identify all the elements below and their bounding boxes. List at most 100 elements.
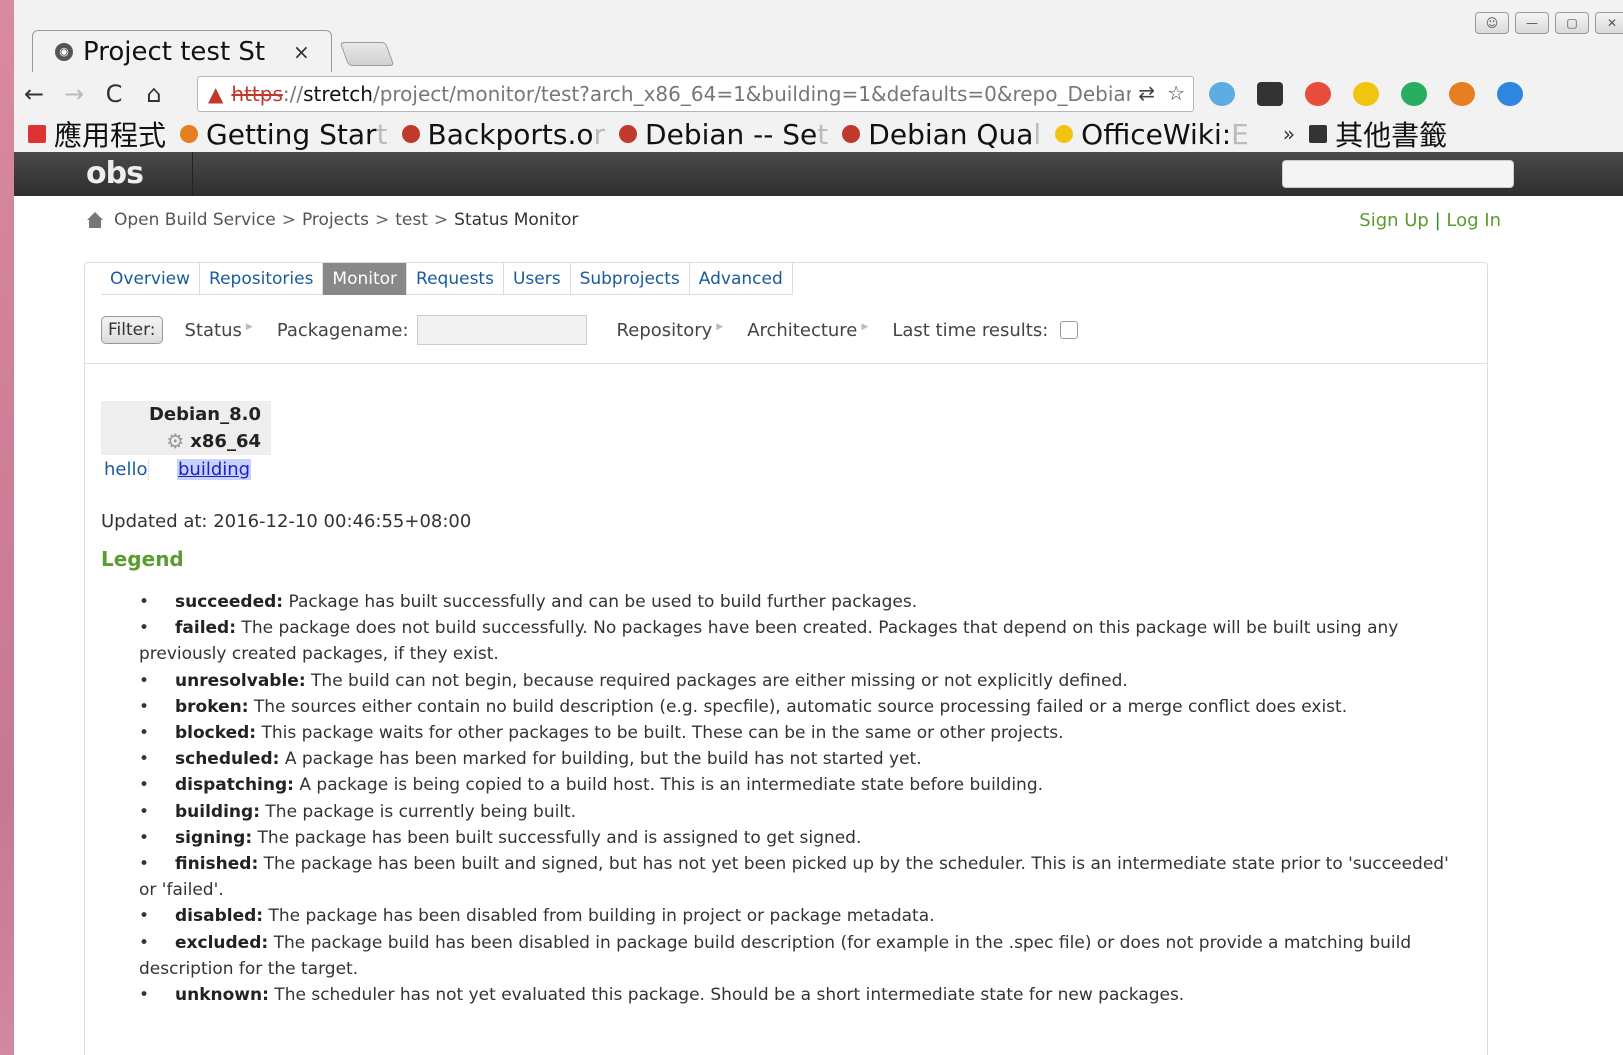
tab-monitor[interactable]: Monitor [323,263,408,295]
legend-item: finished: The package has been built and… [139,851,1469,903]
browser-tab[interactable]: ◉ Project test St × [32,30,332,72]
architecture-dropdown-icon: ▶ [861,321,869,332]
legend-desc: The package build has been disabled in p… [268,932,1412,953]
url-scheme: https [231,82,283,106]
home-button-icon[interactable]: ⌂ [134,80,174,108]
extension-1-icon[interactable] [1209,82,1235,106]
profile-icon[interactable]: ☺ [1475,12,1509,34]
breadcrumb-open-build-service[interactable]: Open Build Service [114,210,276,230]
build-status-link[interactable]: building [177,459,252,480]
log-in-link[interactable]: Log In [1446,210,1501,231]
breadcrumb-separator: > [375,210,390,230]
bookmark-officewiki[interactable]: OfficeWiki: E [1055,118,1249,151]
legend-term: excluded: [175,932,269,953]
table-row: hello building [101,459,271,480]
legend-desc-wrap: or 'failed'. [139,880,224,901]
y-extension-icon[interactable] [1497,82,1523,106]
off-extension-icon[interactable] [1449,82,1475,106]
legend-desc: A package has been marked for building, … [279,749,922,770]
filter-bar: Filter: Status ▶ Packagename: Repository ▶… [101,315,1079,345]
bookmark-getting-started[interactable]: Getting Star t [180,118,388,151]
obs-header: obs [14,152,1623,196]
legend-title: Legend [101,547,184,571]
legend-desc: The build can not begin, because require… [305,670,1128,691]
bookmark-label: Debian Qua [868,117,1034,151]
reload-icon[interactable]: C [94,80,134,108]
status-filter[interactable]: Status ▶ [185,320,253,341]
bookmark-backports[interactable]: Backports.o r [401,117,605,151]
bookmark-apps[interactable]: 應用程式 [28,114,166,154]
status-dropdown-icon: ▶ [245,321,253,332]
packagename-input[interactable] [416,315,587,345]
legend-desc: The package has been built successfully … [252,827,862,848]
filter-button[interactable]: Filter: [101,316,163,344]
tab-users[interactable]: Users [504,263,571,295]
last-time-results-checkbox[interactable] [1060,321,1079,339]
tab-repositories[interactable]: Repositories [200,263,324,295]
officewiki-icon [1055,125,1074,143]
tab-close-icon[interactable]: × [293,40,310,64]
repository-dropdown-icon: ▶ [716,321,724,332]
broom-extension-icon[interactable] [1353,82,1379,106]
legend-item: signing: The package has been built succ… [139,825,1469,851]
address-bar[interactable]: ▲ https://stretch/project/monitor/test?a… [197,76,1194,112]
repo-header[interactable]: Debian_8.0 [101,401,271,427]
tab-overview[interactable]: Overview [101,263,201,295]
close-window-button[interactable]: ✕ [1595,12,1623,34]
breadcrumb-separator: > [433,210,449,230]
url-path: /project/monitor/test?arch_x86_64=1&buil… [372,82,1132,106]
breadcrumb-test[interactable]: test [395,210,428,230]
legend-item: blocked: This package waits for other pa… [139,720,1469,746]
bookmark-label: Debian -- Se [645,117,818,151]
legend-desc: The scheduler has not yet evaluated this… [268,985,1185,1006]
bookmark-debian-quality[interactable]: Debian Qua l [842,118,1041,151]
legend-item: failed: The package does not build succe… [139,615,1469,667]
maximize-button[interactable]: ▢ [1555,12,1589,34]
other-bookmarks[interactable]: 其他書籤 [1309,114,1447,154]
insecure-warning-icon[interactable]: ▲ [208,82,223,106]
bookmark-label: Backports.o [427,117,594,151]
header-search-input[interactable] [1282,160,1514,188]
bookmark-label-fade: t [376,117,388,151]
browser-toolbar: ← → C ⌂ ▲ https://stretch/project/monito… [14,72,1623,116]
tab-strip: ☺ — ▢ ✕ ◉ Project test St × [14,0,1623,72]
package-link[interactable]: hello [101,459,149,480]
extensions-bar [1209,82,1523,106]
legend-term: blocked: [175,723,257,744]
bookmark-debian-search[interactable]: Debian -- Se t [619,118,828,151]
gear-icon: ⚙ [166,429,185,453]
sign-up-link[interactable]: Sign Up [1359,210,1429,231]
arch-header[interactable]: ⚙ x86_64 [101,427,271,455]
legend-term: failed: [175,618,237,639]
obs-logo[interactable]: obs [86,156,144,191]
forward-icon[interactable]: → [54,80,94,108]
home-icon[interactable] [86,212,104,228]
legend-desc-wrap: previously created packages, if they exi… [139,644,499,665]
bookmarks-overflow-icon[interactable]: » [1283,122,1295,146]
minimize-button[interactable]: — [1515,12,1549,34]
repository-filter[interactable]: Repository ▶ [617,320,724,341]
translate-icon[interactable]: ⇄ [1138,81,1155,105]
tab-title: Project test St [83,36,266,67]
legend-item: broken: The sources either contain no bu… [139,694,1469,720]
header-divider [192,152,193,196]
apps-grid-icon [28,125,46,143]
breadcrumb-projects[interactable]: Projects [302,210,369,230]
legend-item: disabled: The package has been disabled … [139,903,1469,929]
repository-filter-label: Repository [616,319,713,341]
breadcrumb: Open Build Service > Projects > test > S… [86,210,578,230]
back-icon[interactable]: ← [14,80,54,108]
tab-subprojects[interactable]: Subprojects [571,263,690,295]
heart-extension-icon[interactable] [1305,82,1331,106]
kb-extension-icon[interactable] [1257,82,1283,106]
new-tab-button[interactable] [339,42,395,66]
chat-extension-icon[interactable] [1401,82,1427,106]
tab-requests[interactable]: Requests [407,263,504,295]
legend-desc: The package has been built and signed, b… [258,854,1449,875]
legend-term: disabled: [175,906,264,927]
url-text[interactable]: https://stretch/project/monitor/test?arc… [231,82,1131,106]
bookmark-star-icon[interactable]: ☆ [1167,81,1185,105]
architecture-filter[interactable]: Architecture ▶ [747,320,868,341]
legend-term: broken: [175,696,249,717]
tab-advanced[interactable]: Advanced [690,263,793,295]
